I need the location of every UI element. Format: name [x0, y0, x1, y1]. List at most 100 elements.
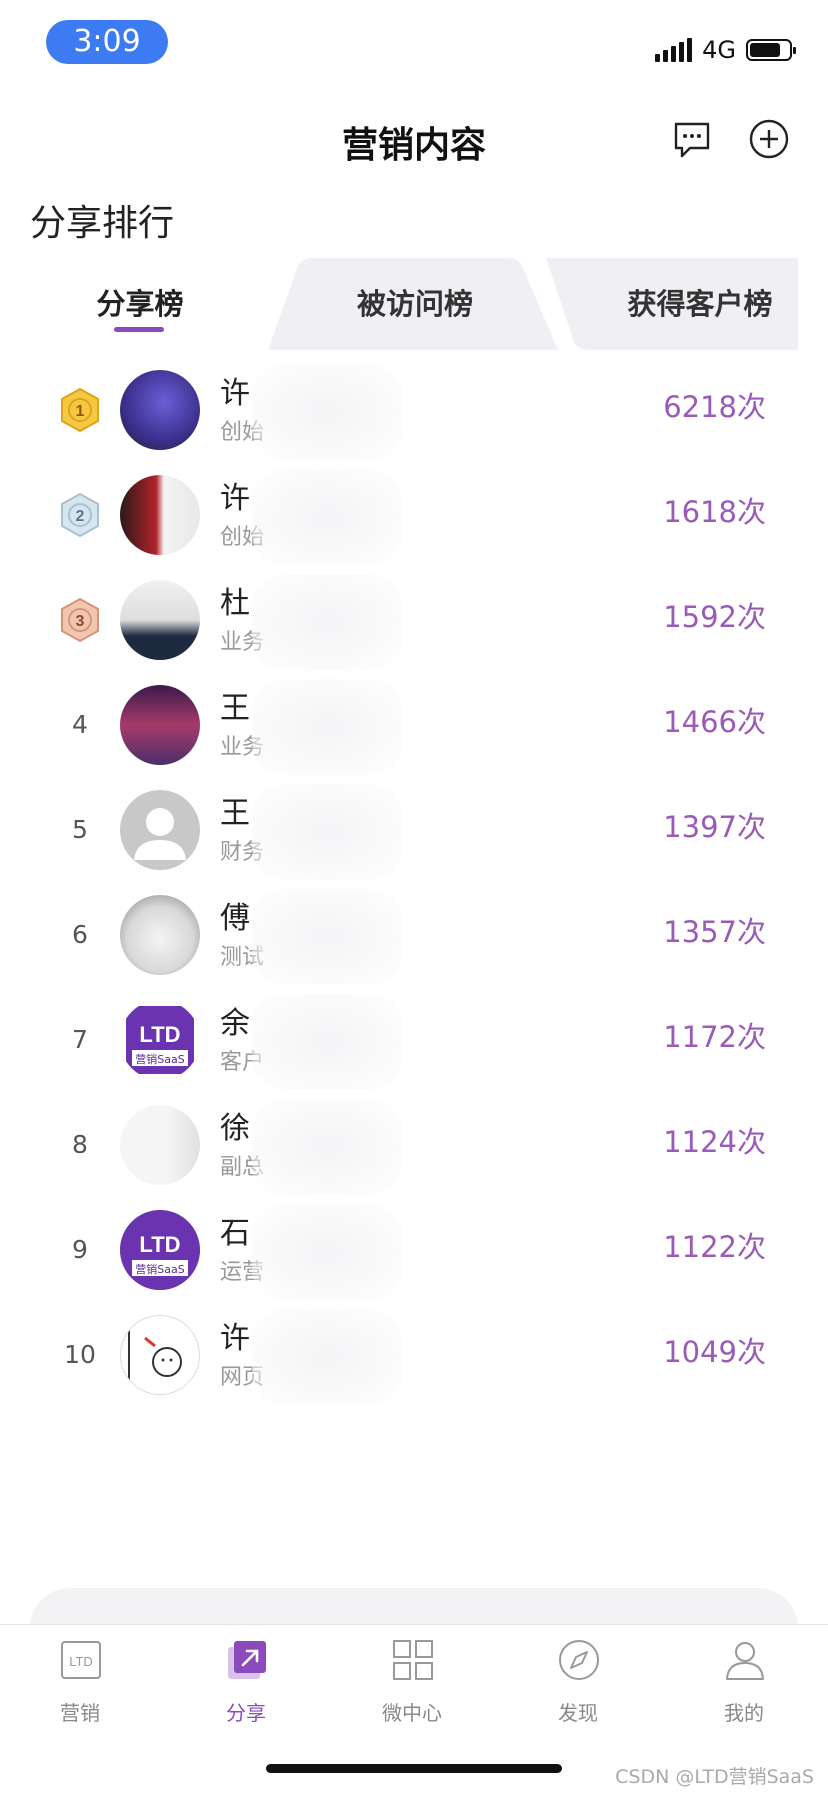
ranking-row[interactable]: 1 许创始 6218次	[0, 364, 828, 490]
ltd-icon: LTD	[61, 1641, 101, 1679]
tabbar-item-discover[interactable]: 发现	[518, 1639, 638, 1739]
member-name: 许	[220, 481, 250, 516]
privacy-blur	[252, 574, 402, 670]
member-name: 王	[220, 691, 250, 726]
privacy-blur	[252, 784, 402, 880]
grid-icon	[393, 1640, 433, 1680]
plus-circle-icon	[749, 119, 789, 159]
rank-number: 9	[72, 1235, 88, 1264]
avatar	[120, 580, 200, 660]
medal-number: 3	[76, 613, 85, 630]
tab-customers[interactable]: 获得客户榜	[600, 258, 800, 350]
medal-bronze-icon: 3	[61, 597, 99, 643]
avatar	[120, 895, 200, 975]
privacy-blur	[252, 364, 402, 460]
ranking-row[interactable]: 10 许网页 1049次	[0, 1309, 828, 1435]
privacy-blur	[252, 1309, 402, 1405]
avatar	[120, 685, 200, 765]
home-indicator	[266, 1764, 562, 1773]
rank-number: 7	[72, 1025, 88, 1054]
ranking-row[interactable]: 4 王业务 1466次	[0, 679, 828, 805]
privacy-blur	[252, 1099, 402, 1195]
member-name: 许	[220, 376, 250, 411]
watermark: CSDN @LTD营销SaaS	[615, 1766, 814, 1788]
privacy-blur	[252, 1204, 402, 1300]
rank-number: 4	[72, 710, 88, 739]
ltd-logo-text: LTD	[139, 1232, 180, 1257]
status-indicators: 4G	[655, 30, 796, 70]
member-name: 徐	[220, 1111, 250, 1146]
tabbar-label: 微中心	[382, 1701, 442, 1725]
svg-text:LTD: LTD	[69, 1654, 93, 1669]
tabbar-label: 发现	[558, 1701, 598, 1725]
tabbar-item-me[interactable]: 我的	[684, 1639, 804, 1739]
message-button[interactable]	[672, 120, 712, 160]
share-count: 1397次	[663, 810, 766, 844]
rank-number: 8	[72, 1130, 88, 1159]
share-count: 1357次	[663, 915, 766, 949]
member-name: 石	[220, 1216, 250, 1251]
member-name: 余	[220, 1006, 250, 1041]
tab-active-indicator	[114, 327, 164, 332]
privacy-blur	[252, 469, 402, 565]
ranking-row[interactable]: 8 徐副总 1124次	[0, 1099, 828, 1225]
tabbar-label: 我的	[724, 1701, 764, 1725]
share-count: 1122次	[663, 1230, 766, 1264]
network-label: 4G	[702, 36, 736, 64]
privacy-blur	[252, 994, 402, 1090]
member-name: 王	[220, 796, 250, 831]
tab-visited[interactable]: 被访问榜	[330, 258, 500, 350]
avatar	[120, 370, 200, 450]
battery-icon	[746, 39, 796, 61]
ranking-tabs: 分享榜 被访问榜 获得客户榜	[30, 258, 798, 350]
share-icon	[228, 1641, 266, 1679]
medal-number: 2	[76, 508, 85, 525]
privacy-blur	[252, 889, 402, 985]
tabbar-label: 分享	[226, 1701, 266, 1725]
rank-number: 6	[72, 920, 88, 949]
section-title: 分享排行	[30, 203, 175, 244]
compass-icon	[559, 1640, 599, 1680]
ranking-row[interactable]: 5 王财务 1397次	[0, 784, 828, 910]
chat-bubble-icon	[674, 122, 710, 158]
avatar	[120, 475, 200, 555]
ranking-row[interactable]: 2 许创始 1618次	[0, 469, 828, 595]
share-count: 1049次	[663, 1335, 766, 1369]
medal-number: 1	[76, 403, 85, 420]
signal-icon	[655, 38, 693, 62]
tabbar-item-micro-center[interactable]: 微中心	[352, 1639, 472, 1739]
member-name: 傅	[220, 901, 250, 936]
person-icon	[726, 1642, 764, 1680]
ltd-logo-text: LTD	[139, 1022, 180, 1047]
battery-level	[750, 43, 780, 57]
avatar	[120, 1315, 200, 1395]
medal-gold-icon: 1	[61, 387, 99, 433]
medal-silver-icon: 2	[61, 492, 99, 538]
tabbar-item-marketing[interactable]: LTD 营销	[20, 1639, 140, 1739]
avatar: LTD 营销SaaS	[120, 1210, 200, 1290]
add-button[interactable]	[748, 118, 790, 160]
share-count: 1124次	[663, 1125, 766, 1159]
saas-logo-text: 营销SaaS	[135, 1052, 184, 1066]
tabbar-item-share[interactable]: 分享	[186, 1639, 306, 1739]
member-name: 杜	[220, 586, 250, 621]
rank-number: 5	[72, 815, 88, 844]
ranking-row[interactable]: 7 LTD 营销SaaS 余客户 1172次	[0, 994, 828, 1120]
tabbar-label: 营销	[60, 1701, 100, 1725]
share-count: 1466次	[663, 705, 766, 739]
ranking-row[interactable]: 9 LTD 营销SaaS 石运营 1122次	[0, 1204, 828, 1330]
member-name: 许	[220, 1321, 250, 1356]
share-count: 6218次	[663, 390, 766, 424]
status-time: 3:09	[46, 20, 168, 64]
saas-logo-text: 营销SaaS	[135, 1262, 184, 1276]
avatar	[120, 790, 200, 870]
avatar: LTD 营销SaaS	[120, 1000, 200, 1080]
ranking-row[interactable]: 3 杜业务 1592次	[0, 574, 828, 700]
ranking-row[interactable]: 6 傅测试 1357次	[0, 889, 828, 1015]
avatar	[120, 1105, 200, 1185]
share-count: 1618次	[663, 495, 766, 529]
rank-number: 10	[64, 1340, 96, 1369]
tab-share[interactable]: 分享榜	[60, 258, 220, 350]
privacy-blur	[252, 679, 402, 775]
share-count: 1172次	[663, 1020, 766, 1054]
